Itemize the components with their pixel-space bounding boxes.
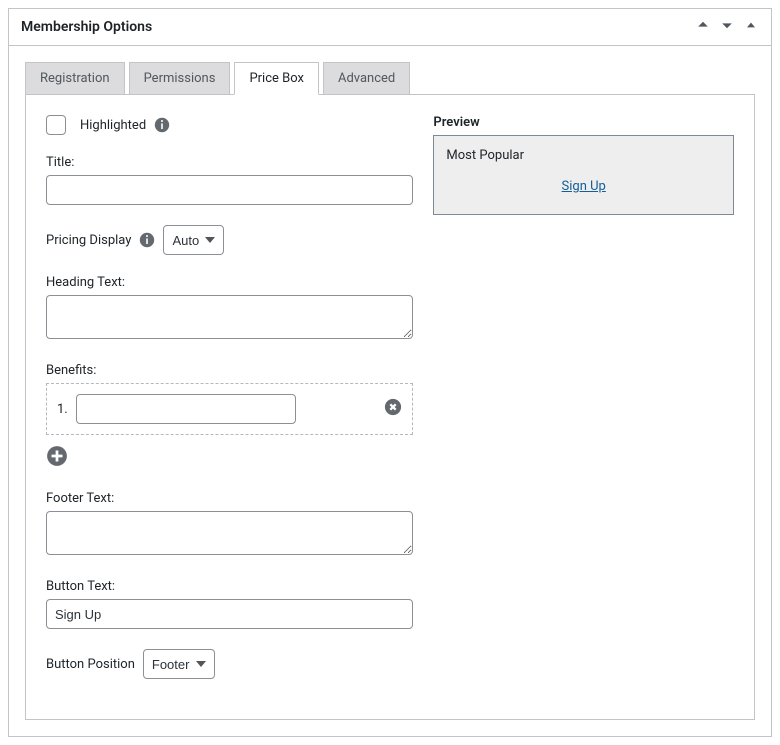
button-text-label: Button Text: [46, 579, 413, 594]
panel-header: Membership Options [9, 9, 771, 46]
move-down-icon[interactable] [719, 17, 735, 37]
remove-benefit-icon[interactable] [384, 398, 402, 420]
button-position-label: Button Position [46, 657, 135, 672]
membership-options-panel: Membership Options Registration Permissi… [8, 8, 772, 737]
benefits-field: Benefits: 1. [46, 363, 413, 471]
benefit-number: 1. [57, 402, 68, 417]
benefit-input[interactable] [76, 394, 296, 424]
title-field: Title: [46, 155, 413, 205]
heading-text-label: Heading Text: [46, 275, 413, 290]
info-icon[interactable] [154, 117, 170, 133]
pricing-display-label: Pricing Display [46, 233, 131, 248]
panel-body: Registration Permissions Price Box Advan… [9, 46, 771, 736]
panel-title: Membership Options [21, 19, 152, 35]
add-benefit-icon[interactable] [46, 445, 68, 467]
left-column: Highlighted Title: Pricing Display Aut [46, 115, 413, 699]
button-position-field: Button Position Footer [46, 649, 413, 679]
collapse-icon[interactable] [743, 17, 759, 37]
title-label: Title: [46, 155, 413, 170]
button-text-field: Button Text: [46, 579, 413, 629]
pricing-display-select[interactable]: Auto [163, 225, 224, 255]
info-icon[interactable] [139, 232, 155, 248]
preview-signup-link[interactable]: Sign Up [446, 179, 721, 202]
right-column: Preview Most Popular Sign Up [433, 115, 734, 699]
footer-text-input[interactable] [46, 511, 413, 555]
panel-header-actions [695, 17, 759, 37]
highlighted-label: Highlighted [80, 118, 146, 133]
button-position-select[interactable]: Footer [143, 649, 215, 679]
move-up-icon[interactable] [695, 17, 711, 37]
preview-box: Most Popular Sign Up [433, 135, 734, 215]
tab-permissions[interactable]: Permissions [129, 62, 231, 95]
title-input[interactable] [46, 175, 413, 205]
preview-label: Preview [433, 115, 734, 130]
tab-advanced[interactable]: Advanced [323, 62, 410, 95]
heading-text-field: Heading Text: [46, 275, 413, 343]
tab-price-box[interactable]: Price Box [234, 62, 319, 95]
preview-badge: Most Popular [446, 148, 721, 163]
button-text-input[interactable] [46, 599, 413, 629]
footer-text-label: Footer Text: [46, 491, 413, 506]
highlighted-field: Highlighted [46, 115, 413, 135]
tab-registration[interactable]: Registration [25, 62, 125, 95]
heading-text-input[interactable] [46, 295, 413, 339]
footer-text-field: Footer Text: [46, 491, 413, 559]
pricing-display-field: Pricing Display Auto [46, 225, 413, 255]
tab-content: Highlighted Title: Pricing Display Aut [25, 94, 755, 720]
benefit-row: 1. [46, 383, 413, 435]
tabs: Registration Permissions Price Box Advan… [25, 62, 755, 95]
highlighted-checkbox[interactable] [46, 115, 66, 135]
benefits-label: Benefits: [46, 363, 413, 378]
